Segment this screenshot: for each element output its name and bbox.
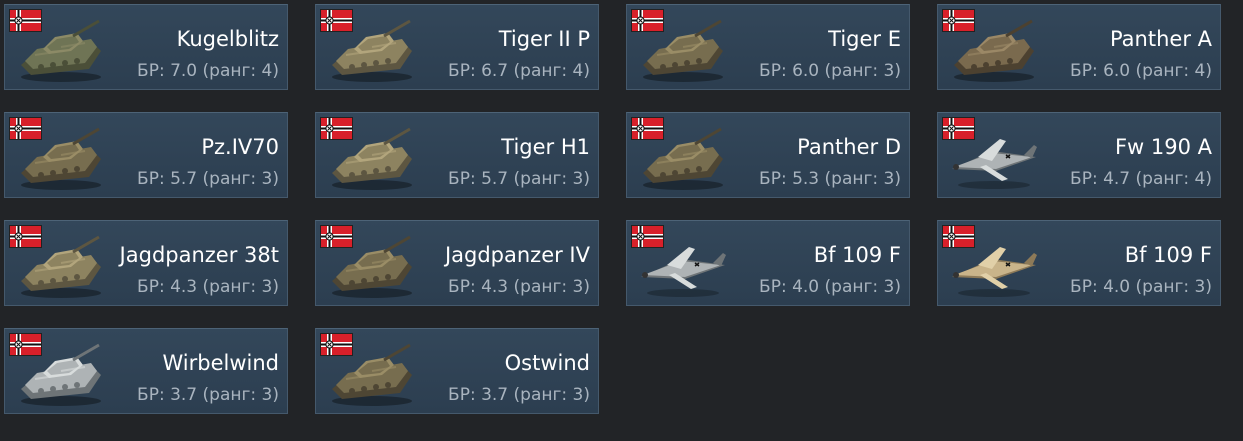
vehicle-card[interactable]: Bf 109 F БР: 4.0 (ранг: 3) (626, 220, 910, 306)
vehicle-name: Tiger II P (498, 27, 590, 51)
battle-rating: БР: 4.0 (ранг: 3) (1070, 277, 1212, 297)
germany-flag-icon (631, 9, 664, 32)
vehicle-grid: Kugelblitz БР: 7.0 (ранг: 4) Tiger II P БР:… (0, 0, 1243, 441)
vehicle-card[interactable]: Pz.IV70 БР: 5.7 (ранг: 3) (4, 112, 288, 198)
battle-rating: БР: 5.7 (ранг: 3) (448, 169, 590, 189)
vehicle-name: Jagdpanzer IV (444, 243, 590, 267)
battle-rating: БР: 6.0 (ранг: 4) (1070, 61, 1212, 81)
germany-flag-icon (320, 117, 353, 140)
vehicle-card[interactable]: Jagdpanzer 38t БР: 4.3 (ранг: 3) (4, 220, 288, 306)
vehicle-name: Bf 109 F (1124, 243, 1212, 267)
vehicle-name: Ostwind (504, 351, 590, 375)
vehicle-name: Jagdpanzer 38t (119, 243, 279, 267)
germany-flag-icon (320, 225, 353, 248)
vehicle-card[interactable]: Kugelblitz БР: 7.0 (ранг: 4) (4, 4, 288, 90)
battle-rating: БР: 6.7 (ранг: 4) (448, 61, 590, 81)
germany-flag-icon (631, 117, 664, 140)
battle-rating: БР: 4.0 (ранг: 3) (759, 277, 901, 297)
germany-flag-icon (942, 117, 975, 140)
vehicle-name: Tiger H1 (501, 135, 590, 159)
vehicle-name: Kugelblitz (176, 27, 279, 51)
germany-flag-icon (942, 225, 975, 248)
battle-rating: БР: 7.0 (ранг: 4) (137, 61, 279, 81)
vehicle-card[interactable]: Ostwind БР: 3.7 (ранг: 3) (315, 328, 599, 414)
vehicle-card[interactable]: Tiger E БР: 6.0 (ранг: 3) (626, 4, 910, 90)
germany-flag-icon (320, 333, 353, 356)
vehicle-name: Pz.IV70 (201, 135, 279, 159)
battle-rating: БР: 5.7 (ранг: 3) (137, 169, 279, 189)
vehicle-name: Panther D (797, 135, 901, 159)
vehicle-card[interactable]: Panther D БР: 5.3 (ранг: 3) (626, 112, 910, 198)
germany-flag-icon (320, 9, 353, 32)
vehicle-name: Panther A (1109, 27, 1212, 51)
battle-rating: БР: 4.3 (ранг: 3) (137, 277, 279, 297)
battle-rating: БР: 4.7 (ранг: 4) (1070, 169, 1212, 189)
vehicle-card[interactable]: Wirbelwind БР: 3.7 (ранг: 3) (4, 328, 288, 414)
battle-rating: БР: 3.7 (ранг: 3) (137, 385, 279, 405)
vehicle-card[interactable]: Jagdpanzer IV БР: 4.3 (ранг: 3) (315, 220, 599, 306)
vehicle-card[interactable]: Tiger II P БР: 6.7 (ранг: 4) (315, 4, 599, 90)
vehicle-card[interactable]: Fw 190 A БР: 4.7 (ранг: 4) (937, 112, 1221, 198)
germany-flag-icon (942, 9, 975, 32)
vehicle-card[interactable]: Tiger H1 БР: 5.7 (ранг: 3) (315, 112, 599, 198)
vehicle-card[interactable]: Bf 109 F БР: 4.0 (ранг: 3) (937, 220, 1221, 306)
germany-flag-icon (9, 225, 42, 248)
vehicle-name: Bf 109 F (813, 243, 901, 267)
germany-flag-icon (631, 225, 664, 248)
germany-flag-icon (9, 9, 42, 32)
battle-rating: БР: 3.7 (ранг: 3) (448, 385, 590, 405)
battle-rating: БР: 5.3 (ранг: 3) (759, 169, 901, 189)
vehicle-name: Fw 190 A (1114, 135, 1212, 159)
vehicle-name: Tiger E (828, 27, 901, 51)
germany-flag-icon (9, 333, 42, 356)
vehicle-card[interactable]: Panther A БР: 6.0 (ранг: 4) (937, 4, 1221, 90)
battle-rating: БР: 6.0 (ранг: 3) (759, 61, 901, 81)
vehicle-name: Wirbelwind (162, 351, 279, 375)
battle-rating: БР: 4.3 (ранг: 3) (448, 277, 590, 297)
germany-flag-icon (9, 117, 42, 140)
